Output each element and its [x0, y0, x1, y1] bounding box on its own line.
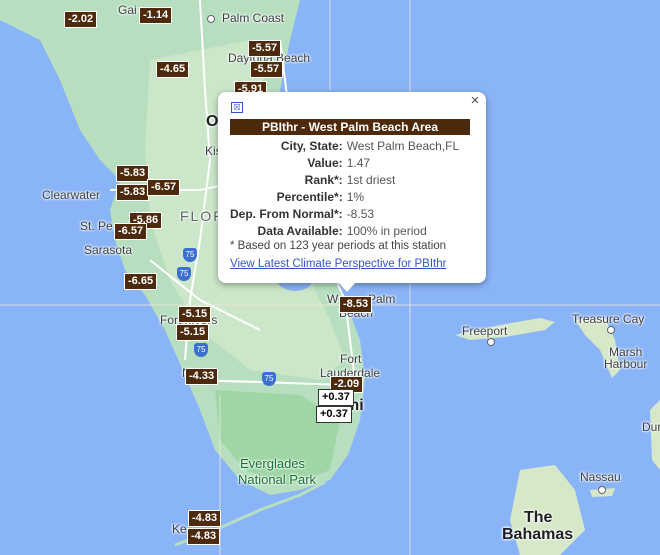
station-marker[interactable]: -4.83 — [187, 528, 221, 545]
detail-value: 1st driest — [346, 173, 396, 187]
footnote: * Based on 123 year periods at this stat… — [230, 240, 447, 252]
detail-value: 100% in period — [346, 224, 427, 238]
city-st-petersburg: St. Pe — [80, 219, 113, 233]
city-west-palm-beach-a: W — [327, 292, 339, 306]
station-marker[interactable]: -5.83 — [116, 184, 150, 201]
detail-label: Value: — [307, 156, 343, 170]
detail-value: West Palm Beach,FL — [346, 139, 460, 153]
country-bahamas-a: The — [524, 509, 553, 526]
close-icon[interactable]: × — [468, 92, 482, 109]
station-marker[interactable]: -5.57 — [250, 61, 284, 78]
detail-label: Percentile*: — [276, 190, 343, 204]
detail-row: Rank*: 1st driest — [228, 172, 461, 189]
station-marker[interactable]: -6.65 — [124, 273, 158, 290]
detail-label: Data Available: — [257, 224, 343, 238]
highway-shield-75-b: 75 — [194, 343, 208, 357]
treasure-cay-dot — [607, 326, 615, 334]
city-palm-coast: Palm Coast — [222, 11, 285, 25]
station-marker[interactable]: -2.02 — [64, 11, 98, 28]
city-orlando-fragment: O — [206, 113, 219, 130]
station-marker[interactable]: -4.33 — [185, 368, 219, 385]
city-west-palm-beach-b: Palm — [368, 292, 396, 306]
station-marker[interactable]: -6.57 — [114, 223, 148, 240]
detail-value: -8.53 — [346, 207, 375, 221]
station-marker[interactable]: -4.83 — [188, 510, 222, 527]
city-treasure-cay: Treasure Cay — [572, 312, 645, 326]
station-marker[interactable]: -5.57 — [248, 40, 282, 57]
popup-header: PBIthr - West Palm Beach Area — [230, 119, 470, 135]
highway-shield-75-a: 75 — [177, 267, 191, 281]
highway-shield-75-d: 75 — [183, 248, 197, 262]
station-marker[interactable]: -5.15 — [176, 324, 210, 341]
station-marker[interactable]: -5.15 — [178, 306, 212, 323]
station-marker[interactable]: -4.65 — [156, 61, 190, 78]
city-sarasota: Sarasota — [84, 243, 133, 257]
everglades-label-a: Everglades — [240, 456, 306, 471]
everglades-label-b: National Park — [238, 472, 317, 487]
city-key-west: Ke — [172, 522, 187, 536]
station-marker-selected[interactable]: -8.53 — [339, 296, 373, 313]
mini-window-icon[interactable]: ☒ — [231, 102, 243, 113]
city-freeport: Freeport — [462, 324, 508, 338]
city-marsh-harbour-b: Harbour — [604, 357, 648, 371]
city-nassau: Nassau — [580, 470, 621, 484]
country-bahamas-b: Bahamas — [502, 526, 574, 543]
station-info-popup: ☒ × PBIthr - West Palm Beach Area City, … — [218, 92, 486, 292]
station-marker[interactable]: -6.57 — [147, 179, 181, 196]
popup-pointer — [338, 282, 356, 292]
city-dun: Dur — [642, 420, 660, 434]
detail-value: 1% — [346, 190, 365, 204]
city-fort-lauderdale-a: Fort — [340, 352, 362, 366]
detail-label: Dep. From Normal*: — [230, 207, 343, 221]
station-details-table: City, State: West Palm Beach,FL Value: 1… — [228, 138, 461, 240]
highway-shield-75-c: 75 — [262, 372, 276, 386]
detail-row: Percentile*: 1% — [228, 189, 461, 206]
city-gainesville: Gai — [118, 3, 137, 17]
detail-label: Rank*: — [304, 173, 343, 187]
detail-label: City, State: — [280, 139, 343, 153]
station-marker[interactable]: +0.37 — [318, 389, 354, 406]
nassau-dot — [598, 486, 606, 494]
detail-row: City, State: West Palm Beach,FL — [228, 138, 461, 155]
station-marker[interactable]: +0.37 — [316, 406, 352, 423]
freeport-dot — [487, 338, 495, 346]
city-clearwater: Clearwater — [42, 188, 101, 202]
station-marker[interactable]: -1.14 — [139, 7, 173, 24]
station-marker[interactable]: -5.83 — [116, 165, 150, 182]
detail-row: Value: 1.47 — [228, 155, 461, 172]
palm-coast-dot — [207, 15, 215, 23]
climate-perspective-link[interactable]: View Latest Climate Perspective for PBIt… — [230, 258, 446, 270]
detail-row: Dep. From Normal*: -8.53 — [228, 206, 461, 223]
detail-row: Data Available: 100% in period — [228, 223, 461, 240]
detail-value: 1.47 — [346, 156, 371, 170]
